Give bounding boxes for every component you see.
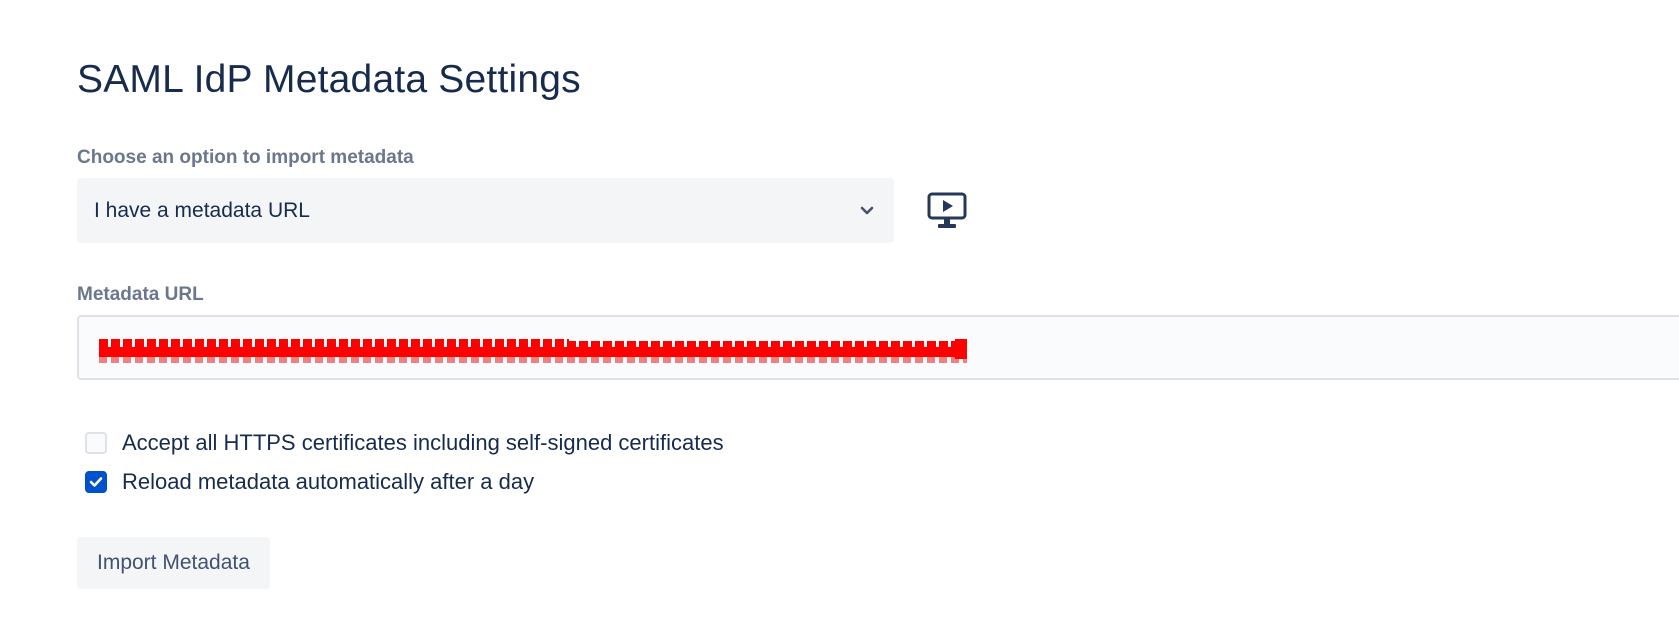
accept-https-option[interactable]: Accept all HTTPS certificates including …	[85, 430, 724, 456]
checkmark-icon	[89, 477, 103, 487]
import-option-label: Choose an option to import metadata	[77, 147, 414, 168]
redacted-url-value	[99, 337, 967, 363]
accept-https-checkbox[interactable]	[85, 432, 107, 454]
video-tutorial-icon[interactable]	[927, 192, 967, 230]
metadata-url-input[interactable]	[77, 315, 1679, 380]
page-title: SAML IdP Metadata Settings	[77, 58, 581, 101]
import-metadata-button[interactable]: Import Metadata	[77, 537, 270, 589]
reload-metadata-checkbox[interactable]	[85, 471, 107, 493]
accept-https-label: Accept all HTTPS certificates including …	[122, 430, 724, 455]
reload-metadata-label: Reload metadata automatically after a da…	[122, 469, 535, 494]
saml-settings-page: SAML IdP Metadata Settings Choose an opt…	[0, 0, 1679, 635]
chevron-down-icon	[858, 202, 876, 220]
reload-metadata-option[interactable]: Reload metadata automatically after a da…	[85, 469, 534, 495]
import-option-select[interactable]: I have a metadata URL	[77, 178, 894, 243]
metadata-url-label: Metadata URL	[77, 284, 204, 305]
import-option-selected-value: I have a metadata URL	[94, 198, 310, 222]
